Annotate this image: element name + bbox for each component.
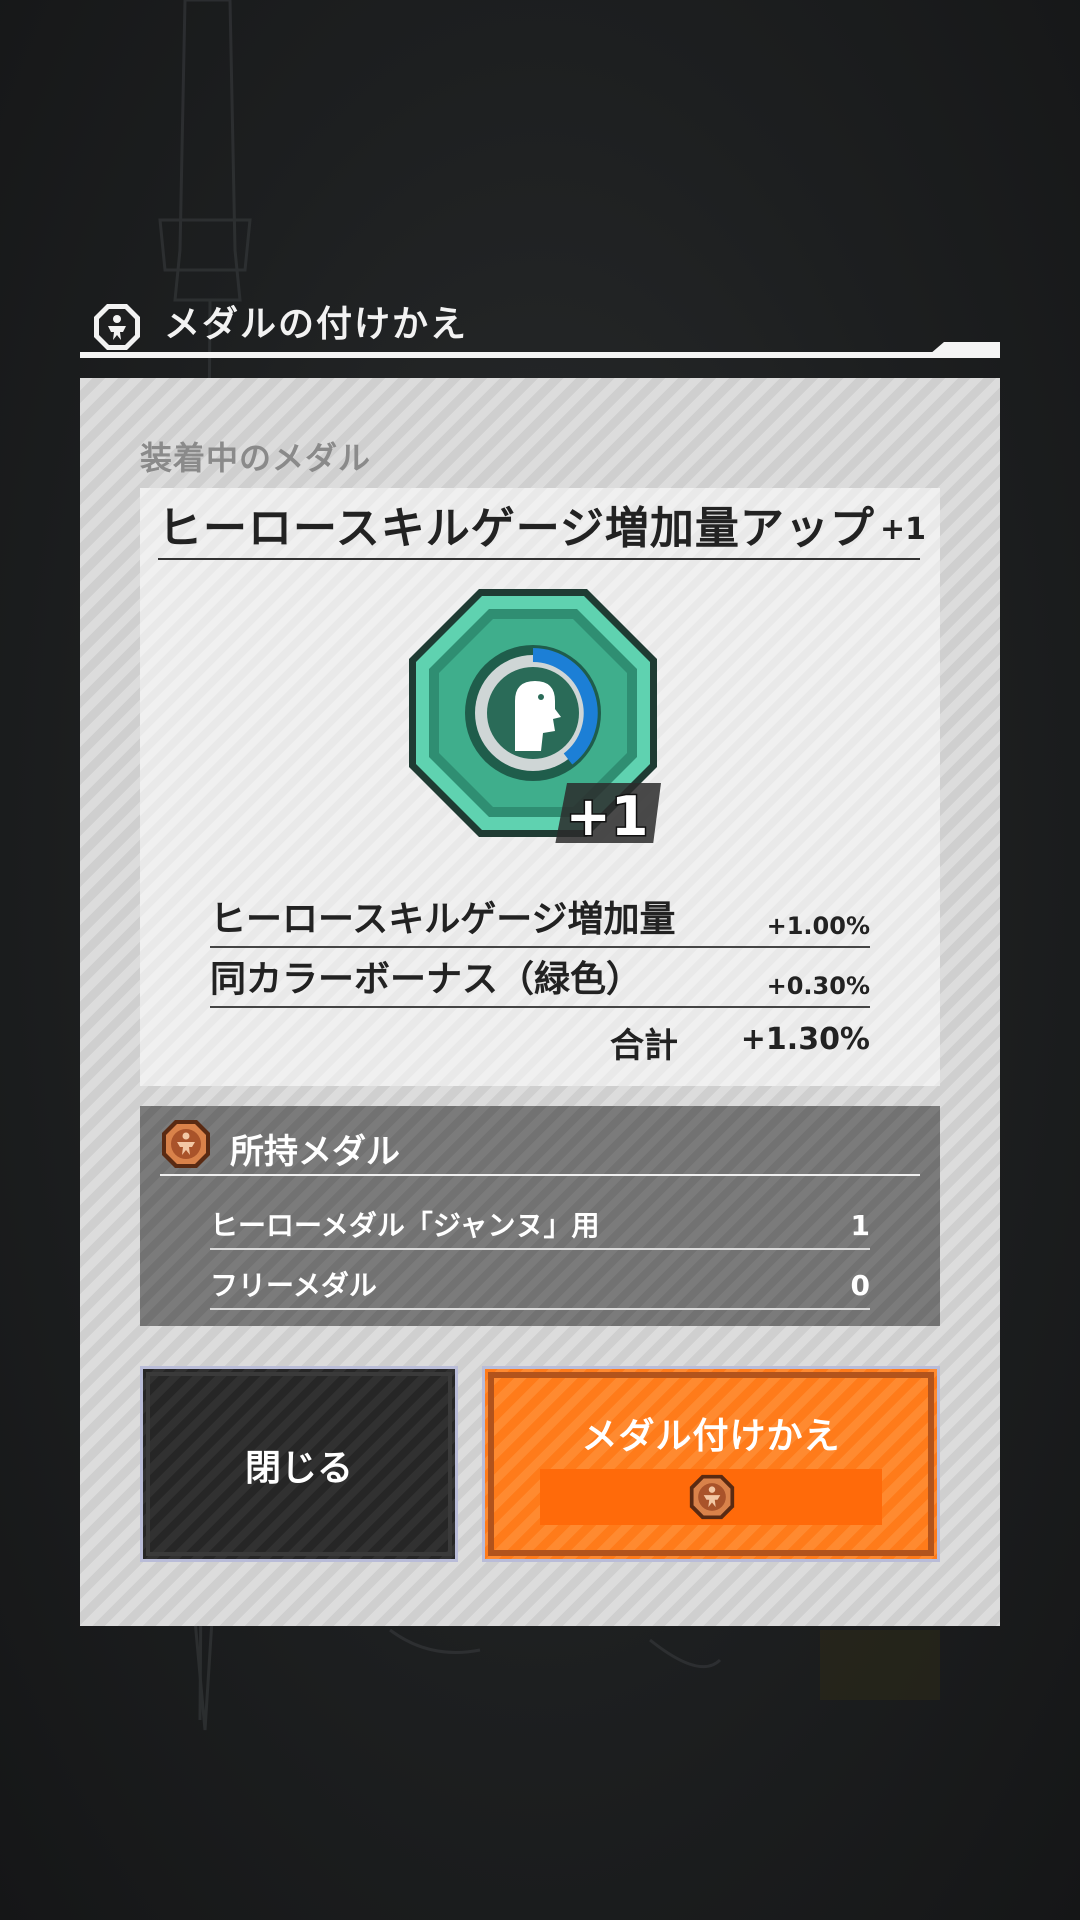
equipped-medal-card: ヒーロースキルゲージ増加量アップ +1 +1 ヒーロースキルゲージ増加量 +1.… (140, 488, 940, 1086)
hero-skill-medal-icon: +1 (409, 589, 661, 843)
stat-label: ヒーロースキルゲージ増加量 (210, 899, 676, 940)
owned-title-divider (160, 1174, 920, 1176)
owned-item-count: 1 (850, 1209, 870, 1242)
stat-row-color-bonus: 同カラーボーナス（緑色） +0.30% (210, 948, 870, 1008)
medal-level: +1 (880, 512, 927, 547)
medal-swap-panel: 装着中のメダル ヒーロースキルゲージ増加量アップ +1 +1 ヒーロースキルゲー… (80, 378, 1000, 1626)
total-label: 合計 (610, 1026, 678, 1066)
owned-medals-title: 所持メダル (230, 1132, 400, 1172)
owned-row-hero-medal: ヒーローメダル「ジャンヌ」用 1 (210, 1192, 870, 1250)
dialog-title: メダルの付けかえ (164, 304, 469, 345)
total-value: +1.30% (740, 1022, 870, 1057)
swap-cost-bar (540, 1469, 882, 1525)
owned-item-label: フリーメダル (210, 1269, 377, 1302)
close-button-label: 閉じる (244, 1448, 353, 1489)
owned-row-free-medal: フリーメダル 0 (210, 1252, 870, 1310)
close-button[interactable]: 閉じる (140, 1366, 458, 1562)
owned-item-label: ヒーローメダル「ジャンヌ」用 (210, 1209, 600, 1242)
bronze-medal-icon (689, 1474, 735, 1520)
equipped-section-label: 装着中のメダル (140, 439, 372, 477)
header-divider (80, 352, 1000, 358)
medal-plus-badge: +1 (566, 785, 649, 843)
swap-medal-button[interactable]: メダル付けかえ (482, 1366, 940, 1562)
stat-value: +0.30% (766, 972, 870, 1000)
medal-name: ヒーロースキルゲージ増加量アップ (158, 503, 875, 554)
owned-medals-card: 所持メダル ヒーローメダル「ジャンヌ」用 1 フリーメダル 0 (140, 1106, 940, 1326)
stat-label: 同カラーボーナス（緑色） (210, 959, 643, 1000)
owned-item-count: 0 (850, 1269, 870, 1302)
stat-value: +1.00% (766, 912, 870, 940)
swap-medal-button-label: メダル付けかえ (581, 1416, 841, 1457)
bronze-medal-icon (162, 1120, 210, 1168)
stat-row-skill-gauge: ヒーロースキルゲージ増加量 +1.00% (210, 888, 870, 948)
dialog-header: メダルの付けかえ (80, 296, 1000, 360)
header-divider-tab (930, 342, 1000, 354)
medal-name-divider (158, 558, 920, 560)
hero-medal-emblem-icon (94, 304, 140, 350)
